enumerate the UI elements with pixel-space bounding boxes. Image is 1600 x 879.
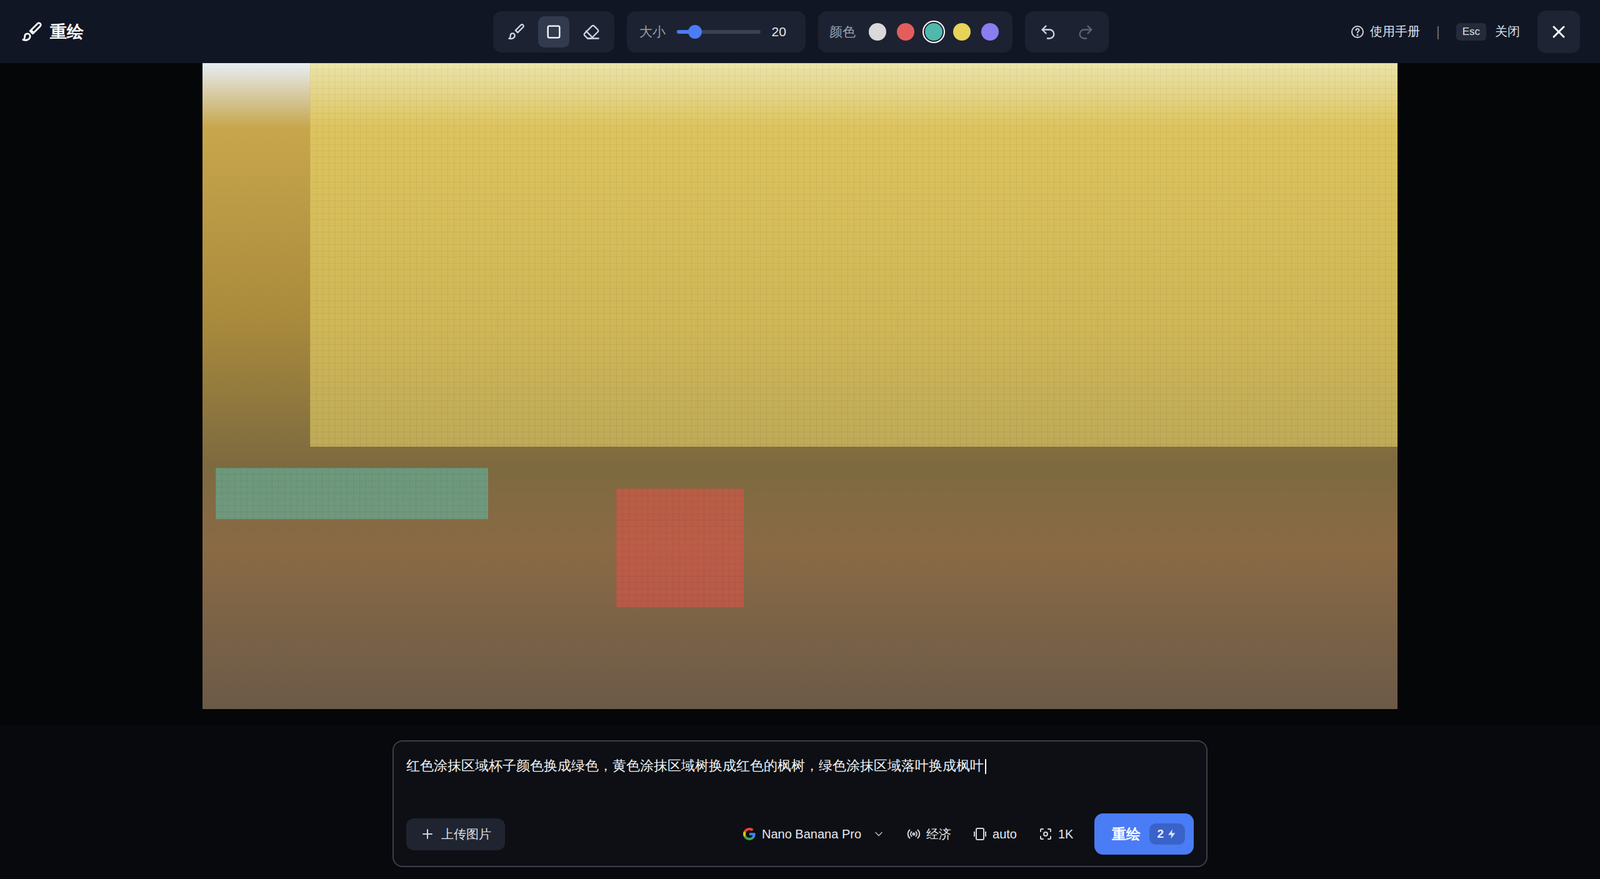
prompt-controls: 上传图片 Nano Banana Pro 经济 auto 1K 重绘 2 xyxy=(406,813,1194,855)
prompt-input[interactable]: 红色涂抹区域杯子颜色换成绿色，黄色涂抹区域树换成红色的枫树，绿色涂抹区域落叶换成… xyxy=(406,755,1194,777)
color-swatch[interactable] xyxy=(978,20,1002,44)
cost-badge: 2 xyxy=(1149,823,1185,845)
tool-button[interactable] xyxy=(500,16,532,48)
redo-button[interactable] xyxy=(1070,16,1102,48)
close-icon xyxy=(1548,21,1569,42)
close-button[interactable] xyxy=(1537,10,1580,54)
app-title: 重绘 xyxy=(50,20,84,44)
help-icon xyxy=(1350,24,1365,40)
mask-region[interactable] xyxy=(215,468,489,520)
resolution-select[interactable]: 1K xyxy=(1038,826,1074,842)
upload-button[interactable]: 上传图片 xyxy=(406,818,505,851)
mask-region[interactable] xyxy=(310,63,1398,447)
color-swatch[interactable] xyxy=(950,20,974,44)
mask-region[interactable] xyxy=(616,488,745,607)
esc-key: Esc xyxy=(1456,23,1487,41)
separator: | xyxy=(1436,23,1440,40)
rectangle-icon xyxy=(545,23,563,41)
color-swatch[interactable] xyxy=(894,20,917,44)
tool-button[interactable] xyxy=(538,16,570,48)
size-slider[interactable] xyxy=(676,30,761,34)
tool-button[interactable] xyxy=(575,16,607,48)
google-icon xyxy=(741,826,757,842)
lightning-icon xyxy=(1166,828,1178,840)
color-swatch[interactable] xyxy=(866,20,889,44)
help-label: 使用手册 xyxy=(1370,23,1420,40)
slider-thumb[interactable] xyxy=(688,25,702,39)
brand: 重绘 xyxy=(21,20,334,44)
size-value: 20 xyxy=(771,24,787,40)
color-label: 颜色 xyxy=(829,23,856,41)
model-select[interactable]: Nano Banana Pro xyxy=(741,826,885,842)
aspect-ratio-icon xyxy=(972,826,988,842)
history-group xyxy=(1025,11,1109,53)
prompt-area: 红色涂抹区域杯子颜色换成绿色，黄色涂抹区域树换成红色的枫树，绿色涂抹区域落叶换成… xyxy=(0,725,1600,879)
redo-icon xyxy=(1076,23,1095,41)
undo-button[interactable] xyxy=(1032,16,1064,48)
top-bar: 重绘 大小 20 颜色 使用手册 | Esc 关闭 xyxy=(0,0,1600,64)
plus-icon xyxy=(420,826,435,842)
signal-icon xyxy=(906,826,922,842)
tool-groups: 大小 20 颜色 xyxy=(493,11,1109,53)
color-group: 颜色 xyxy=(818,11,1013,53)
chevron-down-icon xyxy=(872,828,885,841)
brush-icon xyxy=(507,23,525,41)
mode-select[interactable]: 经济 xyxy=(906,826,952,844)
close-label: 关闭 xyxy=(1495,23,1520,40)
redraw-button[interactable]: 重绘 2 xyxy=(1094,813,1194,855)
options: Nano Banana Pro 经济 auto 1K 重绘 2 xyxy=(741,813,1194,855)
right-actions: 使用手册 | Esc 关闭 xyxy=(1267,10,1580,54)
photo-canvas[interactable] xyxy=(202,63,1398,710)
paintbrush-icon xyxy=(21,21,43,43)
color-swatch[interactable] xyxy=(922,20,945,44)
size-label: 大小 xyxy=(639,23,666,41)
tool-group xyxy=(493,11,615,53)
ratio-select[interactable]: auto xyxy=(972,826,1017,842)
help-link[interactable]: 使用手册 xyxy=(1350,23,1420,40)
canvas-stage xyxy=(0,63,1600,726)
resolution-icon xyxy=(1038,826,1054,842)
eraser-icon xyxy=(582,23,600,41)
undo-icon xyxy=(1039,23,1057,41)
prompt-box: 红色涂抹区域杯子颜色换成绿色，黄色涂抹区域树换成红色的枫树，绿色涂抹区域落叶换成… xyxy=(392,740,1208,868)
size-group: 大小 20 xyxy=(626,11,806,53)
redraw-editor: 重绘 大小 20 颜色 使用手册 | Esc 关闭 红色涂抹区域杯子颜色换成绿色… xyxy=(0,0,1600,879)
